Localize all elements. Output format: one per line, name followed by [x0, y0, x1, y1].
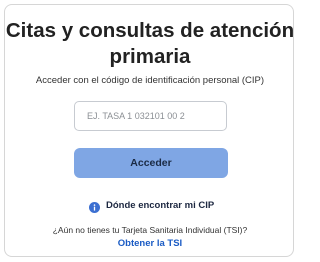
login-card: Citas y consultas de atención primaria A… — [4, 4, 294, 257]
access-button[interactable]: Acceder — [74, 148, 228, 178]
info-icon — [89, 200, 100, 213]
get-tsi-link[interactable]: Obtener la TSI — [5, 238, 295, 250]
where-find-cip-label: Dónde encontrar mi CIP — [106, 199, 215, 211]
page-title: Citas y consultas de atención primaria — [5, 19, 295, 68]
cip-input[interactable] — [74, 101, 227, 131]
where-find-cip-link[interactable]: Dónde encontrar mi CIP — [89, 198, 215, 213]
page-subtitle: Acceder con el código de identificación … — [35, 75, 265, 86]
tsi-question: ¿Aún no tienes tu Tarjeta Sanitaria Indi… — [52, 225, 248, 235]
